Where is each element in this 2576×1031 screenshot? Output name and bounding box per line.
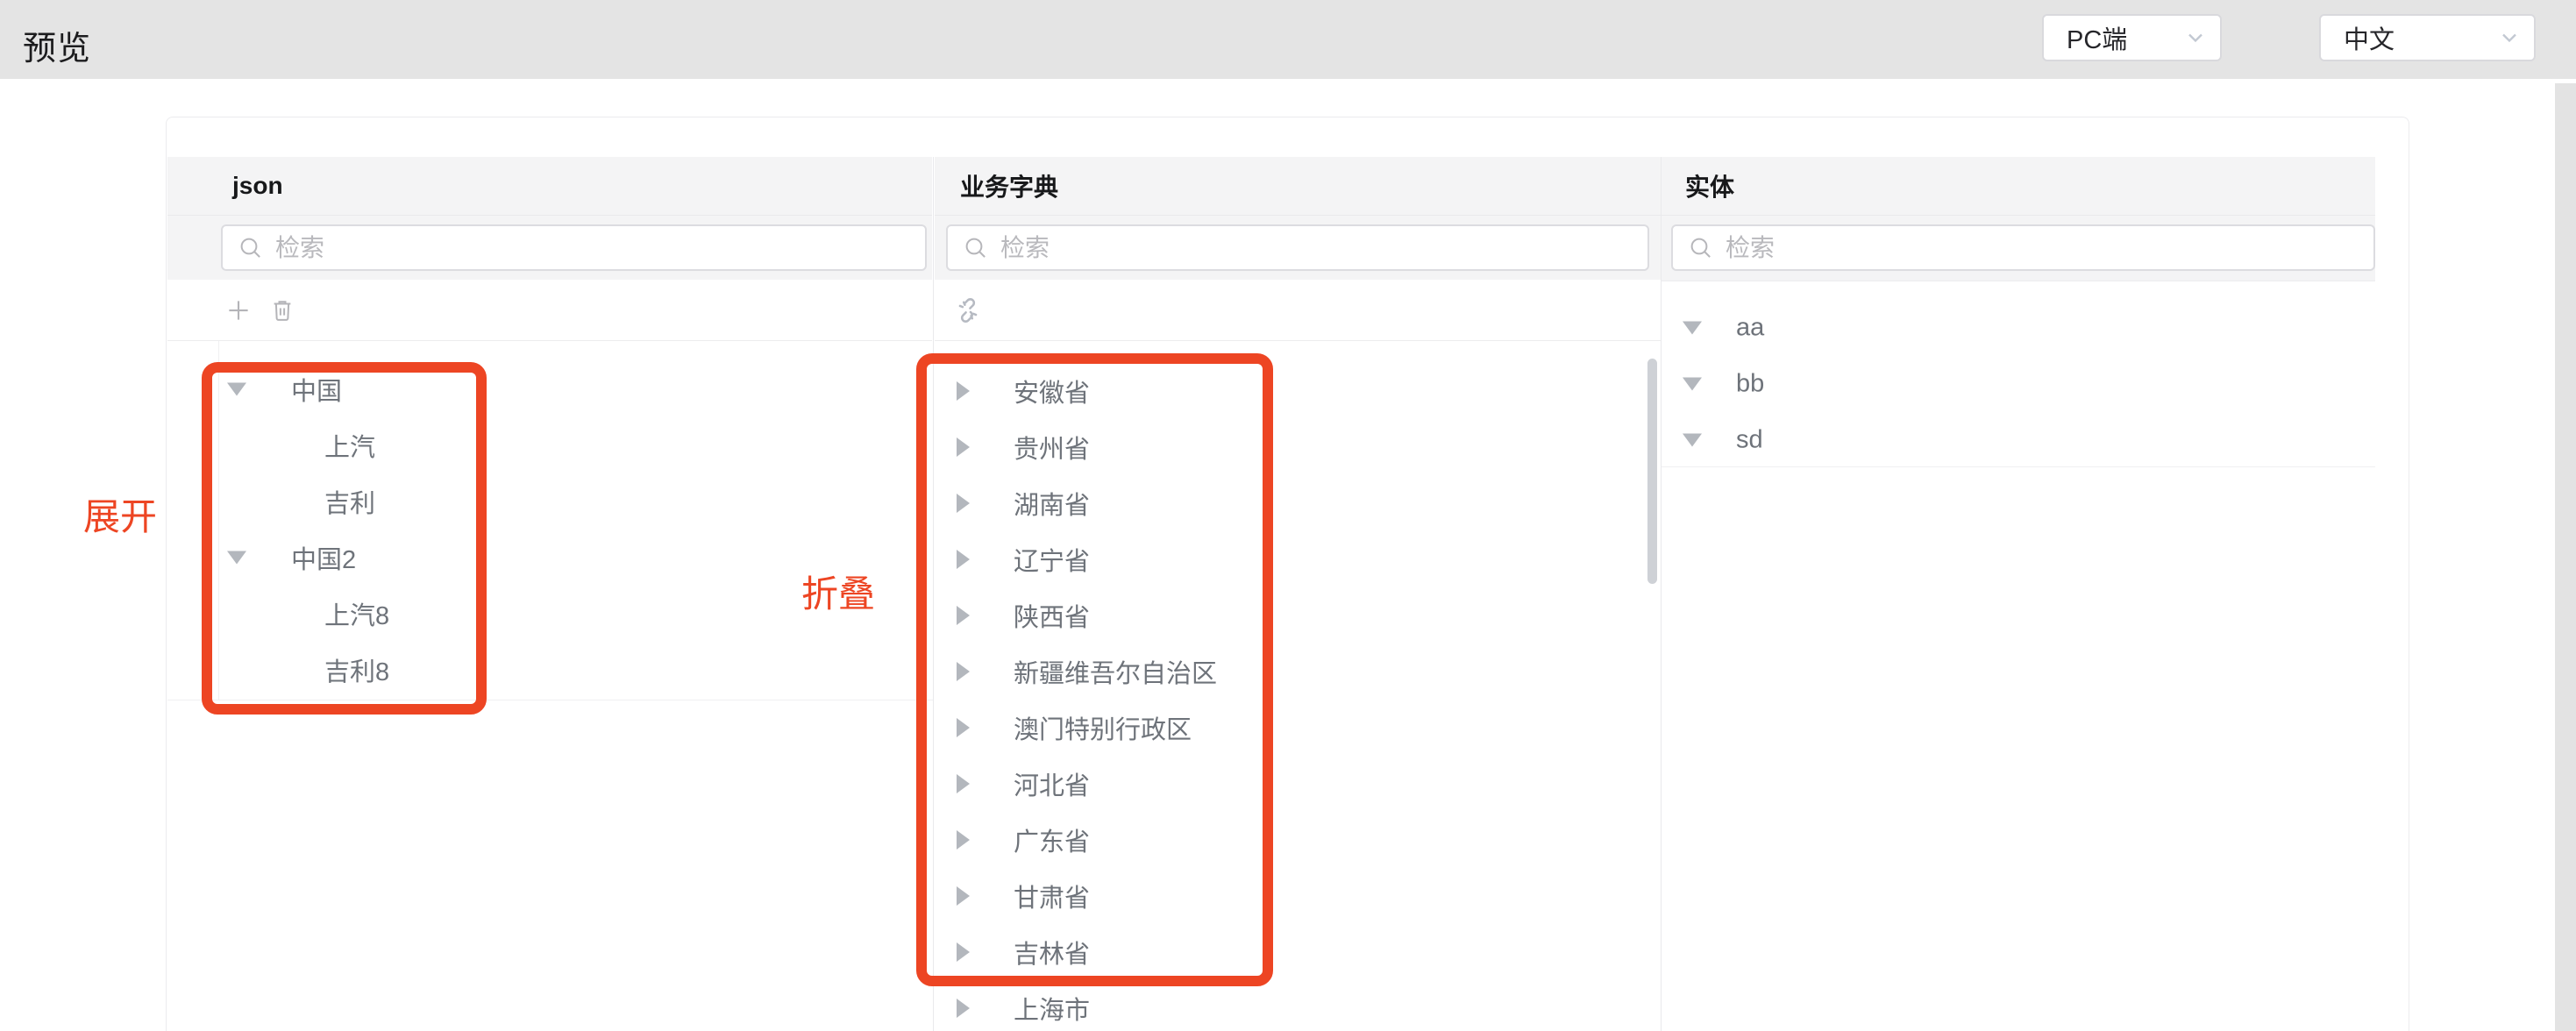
caret-down-icon[interactable] [1683,434,1702,447]
trash-icon[interactable] [269,297,295,324]
device-select[interactable]: PC端 [2042,14,2222,61]
chevron-down-icon [2497,25,2522,50]
tree-item-label: 吉利 [324,483,375,520]
entity-search-box[interactable] [1671,224,2375,271]
tree-item[interactable]: 安徽省 [933,363,1661,419]
caret-down-icon[interactable] [227,383,246,396]
caret-down-icon[interactable] [1683,322,1702,335]
dict-scrollbar-thumb[interactable] [1647,359,1657,584]
caret-down-icon[interactable] [1683,378,1702,391]
caret-right-icon[interactable] [957,886,970,906]
tree-item[interactable]: 辽宁省 [933,531,1661,587]
tree-item-label: 上汽8 [324,595,389,632]
caret-right-icon[interactable] [957,830,970,850]
tree-item-label: bb [1736,370,1764,399]
device-select-value: PC端 [2067,19,2127,56]
caret-right-icon[interactable] [957,494,970,513]
tree-item[interactable]: sd [1661,412,2374,468]
tree-item[interactable]: 澳门特别行政区 [933,700,1661,756]
tree-item-label: sd [1736,426,1763,455]
entity-panel-header: 实体 [1662,157,2375,216]
tree-item[interactable]: 陕西省 [933,587,1661,643]
tree-item[interactable]: 上汽 [167,417,932,473]
tree-item[interactable]: aa [1661,300,2374,356]
add-icon[interactable] [225,297,252,324]
tree-item[interactable]: 广东省 [933,812,1661,868]
dict-search-input[interactable] [1000,226,1639,269]
tree-item-label: aa [1736,314,1764,343]
page-scrollbar[interactable] [2555,83,2576,1031]
tree-item-label: 吉利8 [324,651,389,688]
tree-item-label: 河北省 [1014,765,1090,802]
caret-right-icon[interactable] [957,606,970,625]
mapping-card: json 业务字典 实体 [166,117,2409,1031]
json-search-input[interactable] [275,226,916,269]
tree-item[interactable]: 吉利8 [167,642,932,698]
tree-item-label: 湖南省 [1014,485,1090,522]
json-panel-title: json [232,172,283,200]
dict-panel-header: 业务字典 [935,157,1661,216]
language-select[interactable]: 中文 [2319,14,2536,61]
tree-item-label: 辽宁省 [1014,541,1090,578]
entity-search-input[interactable] [1726,226,2365,269]
page-title: 预览 [23,21,91,69]
caret-down-icon[interactable] [227,551,246,565]
dict-search-box[interactable] [946,224,1649,271]
tree-item-label: 广东省 [1014,821,1090,858]
tree-item-label: 新疆维吾尔自治区 [1014,653,1217,690]
tree-item[interactable]: 新疆维吾尔自治区 [933,643,1661,700]
tree-item-label: 陕西省 [1014,597,1090,634]
tree-item-label: 上海市 [1014,990,1090,1027]
tree-item[interactable]: 贵州省 [933,419,1661,475]
caret-right-icon[interactable] [957,774,970,793]
language-select-value: 中文 [2344,19,2395,56]
tree-item-label: 澳门特别行政区 [1014,709,1192,746]
search-icon [962,234,990,262]
json-search-box[interactable] [221,224,927,271]
json-toolbar [167,280,932,341]
entity-panel-title: 实体 [1685,168,1734,203]
tree-item-label: 中国 [291,371,342,408]
tree-item-label: 甘肃省 [1014,878,1090,914]
tree-item[interactable]: 中国 [167,361,932,417]
chevron-down-icon [2183,25,2208,50]
collapse-annotation-label: 折叠 [801,565,875,618]
caret-right-icon[interactable] [957,999,970,1018]
caret-right-icon[interactable] [957,718,970,737]
tree-item[interactable]: bb [1661,356,2374,412]
tree-item-label: 上汽 [324,427,375,464]
entity-tree: aa bb sd [1661,300,2374,468]
tree-item[interactable]: 上海市 [933,980,1661,1031]
caret-right-icon[interactable] [957,437,970,457]
dict-toolbar [935,280,1661,341]
dict-tree: 安徽省贵州省湖南省辽宁省陕西省新疆维吾尔自治区澳门特别行政区河北省广东省甘肃省吉… [933,363,1661,1031]
topbar: 预览 PC端 中文 [0,0,2576,79]
dict-panel-title: 业务字典 [960,168,1058,203]
tree-item[interactable]: 吉利 [167,473,932,530]
tree-item[interactable]: 河北省 [933,756,1661,812]
tree-item-label: 吉林省 [1014,934,1090,971]
tree-item-label: 中国2 [291,539,356,576]
tree-item[interactable]: 湖南省 [933,475,1661,531]
caret-right-icon[interactable] [957,550,970,569]
caret-right-icon[interactable] [957,381,970,401]
preview-page: 预览 PC端 中文 json 业务字典 实体 [0,0,2576,1031]
column-divider [1661,157,1662,1031]
tree-item-label: 贵州省 [1014,429,1090,466]
tree-item[interactable]: 甘肃省 [933,868,1661,924]
tree-item-label: 安徽省 [1014,373,1090,409]
json-tree: 中国上汽吉利中国2 上汽8 吉利8 [167,361,932,698]
caret-right-icon[interactable] [957,662,970,681]
json-panel-header: json [167,157,932,216]
expand-annotation-label: 展开 [83,487,157,541]
unlink-icon[interactable] [954,296,982,324]
search-icon [1687,234,1715,262]
search-icon [237,234,265,262]
tree-item[interactable]: 吉林省 [933,924,1661,980]
caret-right-icon[interactable] [957,942,970,962]
